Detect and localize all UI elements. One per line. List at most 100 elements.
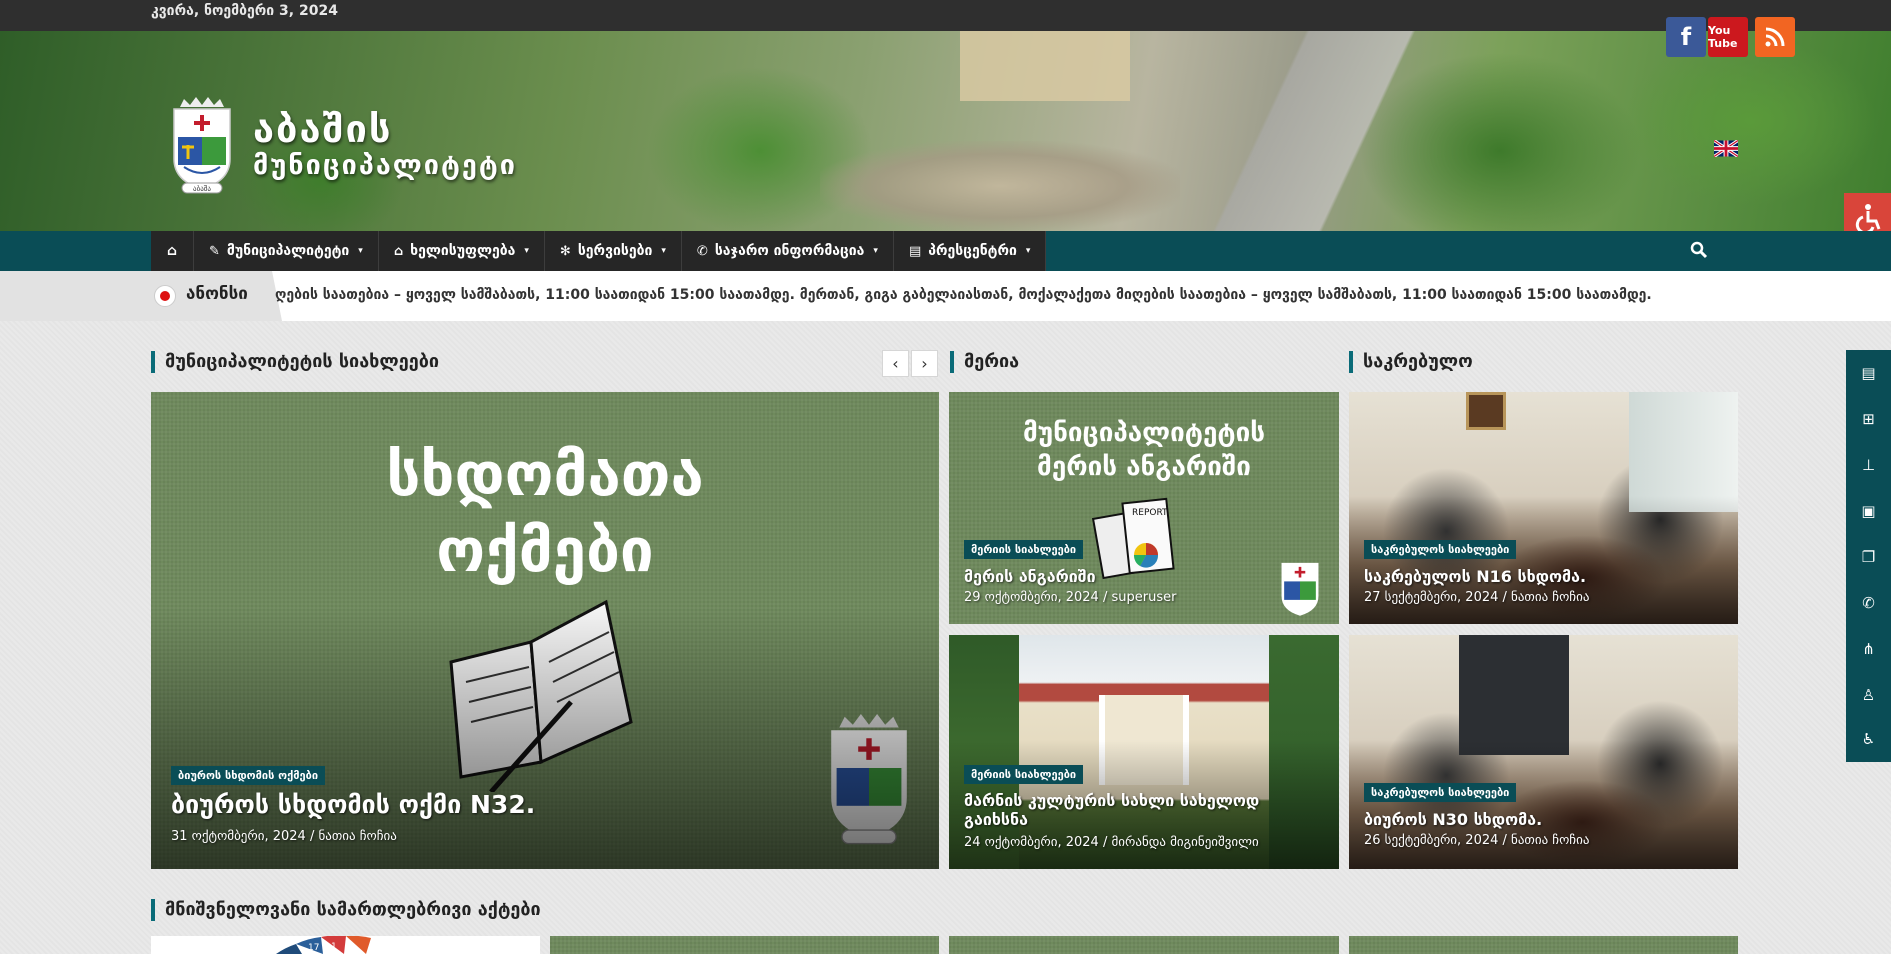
category-badge[interactable]: საკრებულოს სიახლეები <box>1364 540 1517 559</box>
network-icon[interactable]: ⋔ <box>1846 626 1891 672</box>
bullhorn-icon[interactable]: ✆ <box>1846 580 1891 626</box>
meria-news-card[interactable]: მერიის სიახლეები მარნის კულტურის სახლი ს… <box>949 635 1339 869</box>
news-section-title: მუნიციპალიტეტის სიახლეები <box>151 351 439 373</box>
main-navigation: ⌂ ✎ მუნიციპალიტეტი ▾ ⌂ ხელისუფლება ▾ ✻ ს… <box>0 231 1891 271</box>
category-badge[interactable]: საკრებულოს სიახლეები <box>1364 783 1517 802</box>
municipality-emblem-logo[interactable]: აბაშა <box>166 97 238 197</box>
door <box>1459 635 1569 755</box>
card-title[interactable]: საკრებულოს N16 სხდომა. <box>1364 567 1586 586</box>
facebook-icon[interactable]: f <box>1666 17 1706 57</box>
chevron-down-icon: ▾ <box>661 246 666 256</box>
card-meta: 31 ოქტომბერი, 2024 / ნათია ჩოჩია <box>171 829 397 844</box>
sdg-badge-17: 17 <box>308 943 319 953</box>
chevron-left-icon: ‹ <box>892 354 899 373</box>
person-icon[interactable]: ♙ <box>1846 672 1891 718</box>
card-title[interactable]: მარნის კულტურის სახლი სახელოდ გაიხსნა <box>964 791 1324 829</box>
sakrebulo-news-card[interactable]: საკრებულოს სიახლეები ბიუროს N30 სხდომა. … <box>1349 635 1738 869</box>
top-bar: კვირა, ნოემბერი 3, 2024 <box>0 0 1891 31</box>
bank-icon: ⌂ <box>393 243 404 259</box>
nav-item-government[interactable]: ⌂ ხელისუფლება ▾ <box>379 231 545 271</box>
slider-next-button[interactable]: › <box>911 350 938 377</box>
nav-item-services[interactable]: ✻ სერვისები ▾ <box>545 231 682 271</box>
nav-item-label: ხელისუფლება <box>410 243 516 259</box>
card-meta: 26 სექტემბერი, 2024 / ნათია ჩოჩია <box>1364 833 1590 848</box>
legal-act-card[interactable] <box>1349 936 1738 954</box>
card-meta: 29 ოქტომბერი, 2024 / superuser <box>964 590 1177 605</box>
gear-icon: ✻ <box>559 243 571 259</box>
side-toolbar: ▤ ⊞ ⊥ ▣ ❐ ✆ ⋔ ♙ ♿ <box>1846 350 1891 762</box>
chevron-down-icon: ▾ <box>358 246 363 256</box>
card-title[interactable]: ბიუროს სხდომის ოქმი N32. <box>171 790 535 819</box>
document-icon[interactable]: ▤ <box>1846 350 1891 396</box>
nav-item-public-info[interactable]: ✆ საჯარო ინფორმაცია ▾ <box>682 231 894 271</box>
header-photo-plaza <box>820 141 1180 231</box>
newspaper-icon: ▤ <box>908 243 922 259</box>
youtube-glyph: You Tube <box>1708 24 1738 50</box>
card-title[interactable]: ბიუროს N30 სხდომა. <box>1364 810 1542 829</box>
site-title[interactable]: აბაშის <box>253 107 393 151</box>
icon-painting <box>1466 392 1506 430</box>
legal-act-card[interactable]: 17 1 <box>151 936 540 954</box>
ticker-title: ანონსი <box>186 284 248 304</box>
sakrebulo-section-title: საკრებულო <box>1349 351 1473 373</box>
chevron-right-icon: › <box>921 354 928 373</box>
sdg-wheel-icon: 17 1 <box>276 936 371 954</box>
nav-item-municipality[interactable]: ✎ მუნიციპალიტეტი ▾ <box>194 231 379 271</box>
rss-glyph <box>1765 27 1785 47</box>
current-date: კვირა, ნოემბერი 3, 2024 <box>151 3 338 19</box>
meria-section-title: მერია <box>950 351 1019 373</box>
sakrebulo-news-card[interactable]: საკრებულოს სიახლეები საკრებულოს N16 სხდო… <box>1349 392 1738 624</box>
rss-icon[interactable] <box>1755 17 1795 57</box>
card-image-text: მერის ანგარიში <box>1037 452 1251 482</box>
live-dot-icon <box>154 285 176 307</box>
sitemap-icon[interactable]: ⊞ <box>1846 396 1891 442</box>
legal-act-card[interactable] <box>550 936 939 954</box>
ticker-text[interactable]: ღების საათებია – ყოველ სამშაბათს, 11:00 … <box>275 287 1730 307</box>
home-button[interactable]: ⌂ <box>151 231 194 271</box>
nav-item-press-center[interactable]: ▤ პრესცენტრი ▾ <box>894 231 1047 271</box>
facebook-glyph: f <box>1680 23 1692 51</box>
chevron-down-icon: ▾ <box>1025 246 1031 256</box>
report-label: REPORT <box>1132 508 1168 518</box>
category-badge[interactable]: მერიის სიახლეები <box>964 540 1084 559</box>
card-image-text: სხდომათა <box>386 440 704 510</box>
header-photo-road <box>1200 31 1460 231</box>
emblem-watermark-icon <box>1281 562 1319 616</box>
pin-icon: ✎ <box>209 243 220 259</box>
sdg-badge-1: 1 <box>331 942 337 952</box>
home-icon: ⌂ <box>166 243 178 259</box>
card-title[interactable]: მერის ანგარიში <box>964 567 1096 586</box>
structure-icon[interactable]: ⊥ <box>1846 442 1891 488</box>
bullhorn-icon: ✆ <box>696 243 708 259</box>
featured-news-card[interactable]: სხდომათა ოქმები ბიუროს სხდომის ოქმები ბი… <box>151 392 939 869</box>
chevron-down-icon: ▾ <box>524 246 529 256</box>
card-meta: 27 სექტემბერი, 2024 / ნათია ჩოჩია <box>1364 590 1590 605</box>
nav-item-label: მუნიციპალიტეტი <box>226 243 350 259</box>
nav-item-label: სერვისები <box>577 243 653 259</box>
category-badge[interactable]: ბიუროს სხდომის ოქმები <box>171 766 326 785</box>
category-badge[interactable]: მერიის სიახლეები <box>964 765 1084 784</box>
briefcase-icon[interactable]: ▣ <box>1846 488 1891 534</box>
english-flag-icon[interactable] <box>1714 140 1738 157</box>
legal-act-card[interactable] <box>949 936 1339 954</box>
card-image-text: მუნიციპალიტეტის <box>1022 418 1266 448</box>
youtube-icon[interactable]: You Tube <box>1708 17 1748 57</box>
announcement-ticker: ანონსი ღების საათებია – ყოველ სამშაბათს,… <box>0 271 1891 321</box>
card-meta: 24 ოქტომბერი, 2024 / მირანდა მიგინეიშვილ… <box>964 835 1259 850</box>
card-shade <box>1349 740 1738 869</box>
meria-news-card[interactable]: მუნიციპალიტეტის მერის ანგარიში REPORT მე… <box>949 392 1339 624</box>
nav-item-label: პრესცენტრი <box>928 243 1017 259</box>
emblem-caption: აბაშა <box>193 185 211 193</box>
card-image-text: ოქმები <box>436 516 654 586</box>
accessibility-icon[interactable]: ♿ <box>1846 716 1891 762</box>
legal-acts-section-title: მნიშვნელოვანი სამართლებრივი აქტები <box>151 899 541 921</box>
search-icon[interactable] <box>1690 241 1708 259</box>
header-photo-building <box>960 31 1130 101</box>
report-illustration: REPORT <box>1092 497 1175 580</box>
chevron-down-icon: ▾ <box>873 246 878 256</box>
nav-item-label: საჯარო ინფორმაცია <box>714 243 865 259</box>
copy-icon[interactable]: ❐ <box>1846 534 1891 580</box>
slider-prev-button[interactable]: ‹ <box>882 350 909 377</box>
site-subtitle[interactable]: მუნიციპალიტეტი <box>253 150 517 181</box>
window-curtain <box>1629 392 1738 512</box>
